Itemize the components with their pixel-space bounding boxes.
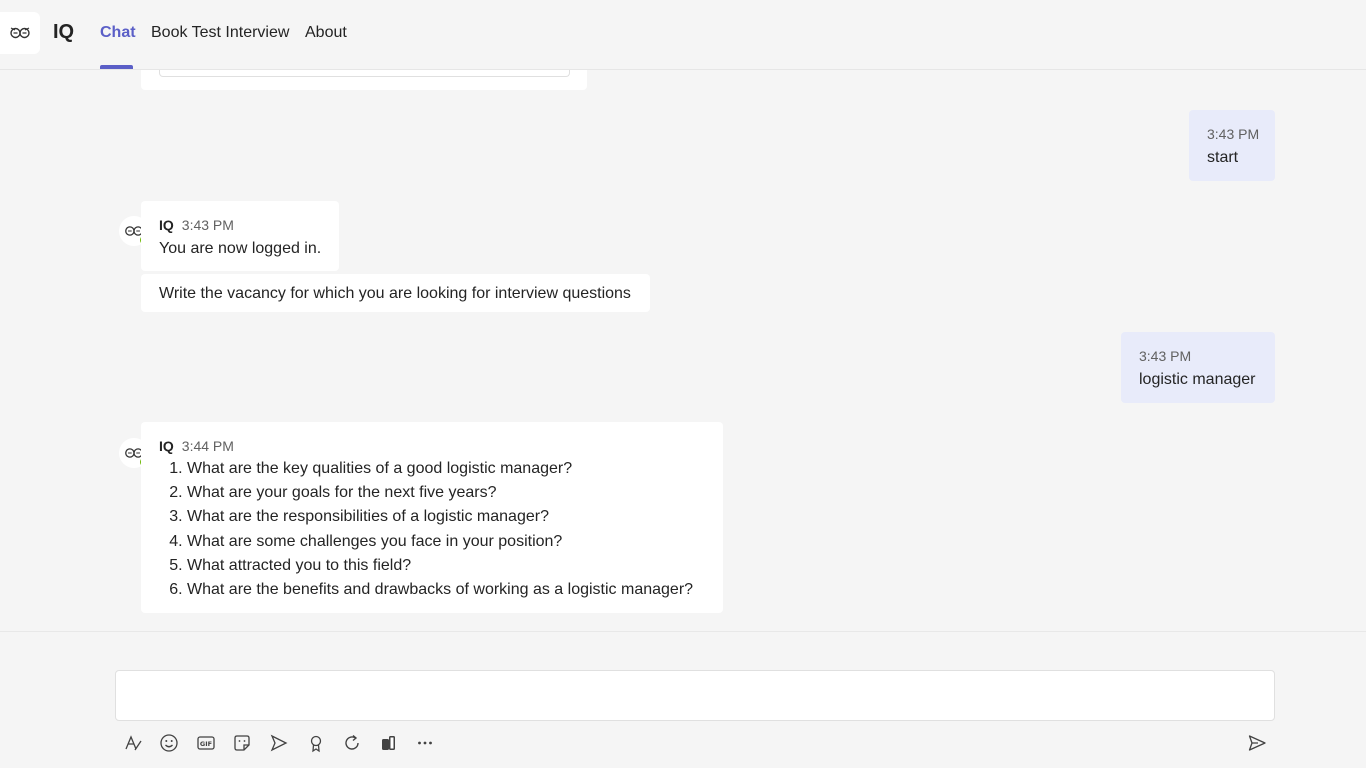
app-logo[interactable] — [0, 12, 40, 54]
chat-thread[interactable]: 3:43 PM start IQ 3:43 PM You are now logg… — [0, 70, 1366, 631]
message-text: logistic manager — [1139, 371, 1256, 388]
message-text: You are now logged in. — [159, 240, 322, 257]
list-item: What are the key qualities of a good log… — [187, 457, 693, 481]
list-item: What are the benefits and drawbacks of w… — [187, 578, 693, 602]
loop-icon[interactable] — [340, 731, 364, 755]
list-item: What attracted you to this field? — [187, 554, 693, 578]
message-timestamp: 3:43 PM — [1207, 126, 1260, 142]
message-header: IQ 3:44 PM — [159, 438, 234, 456]
gif-icon[interactable]: GIF — [194, 731, 218, 755]
message-header: IQ 3:43 PM — [159, 217, 234, 235]
list-item: What are the responsibilities of a logis… — [187, 505, 693, 529]
send-icon[interactable] — [1245, 731, 1269, 755]
app-header: IQ Chat Book Test Interview About — [0, 0, 1366, 70]
format-icon[interactable] — [121, 731, 145, 755]
incoming-message: IQ 3:43 PM You are now logged in. — [141, 201, 339, 271]
message-timestamp: 3:43 PM — [1139, 348, 1192, 364]
card-action-box[interactable] — [159, 70, 570, 77]
outgoing-message: 3:43 PM logistic manager — [1121, 332, 1275, 403]
outgoing-message: 3:43 PM start — [1189, 110, 1275, 181]
svg-text:GIF: GIF — [200, 740, 212, 748]
message-text: Write the vacancy for which you are look… — [159, 285, 631, 302]
tab-chat[interactable]: Chat — [100, 24, 136, 42]
sender-name: IQ — [159, 438, 174, 454]
sticker-icon[interactable] — [230, 731, 254, 755]
tab-book-test-interview[interactable]: Book Test Interview — [151, 24, 289, 42]
app-title: IQ — [53, 21, 75, 43]
previous-card-message — [141, 70, 587, 90]
praise-icon[interactable] — [304, 731, 328, 755]
apps-icon[interactable] — [377, 731, 401, 755]
list-item: What are your goals for the next five ye… — [187, 481, 693, 505]
active-tab-indicator — [100, 65, 133, 69]
schedule-icon[interactable] — [267, 731, 291, 755]
compose-divider — [0, 631, 1366, 632]
message-timestamp: 3:43 PM — [181, 217, 234, 233]
list-item: What are some challenges you face in you… — [187, 530, 693, 554]
message-text: start — [1207, 149, 1239, 166]
sender-name: IQ — [159, 217, 174, 233]
question-list: What are the key qualities of a good log… — [141, 457, 693, 602]
message-timestamp: 3:44 PM — [181, 438, 234, 454]
emoji-icon[interactable] — [157, 731, 181, 755]
incoming-message: IQ 3:44 PM What are the key qualities of … — [141, 422, 723, 613]
tab-about[interactable]: About — [305, 24, 347, 42]
more-icon[interactable] — [413, 731, 437, 755]
incoming-message: Write the vacancy for which you are look… — [141, 274, 650, 312]
message-compose-box[interactable] — [115, 670, 1275, 721]
owl-logo-icon — [10, 27, 30, 39]
